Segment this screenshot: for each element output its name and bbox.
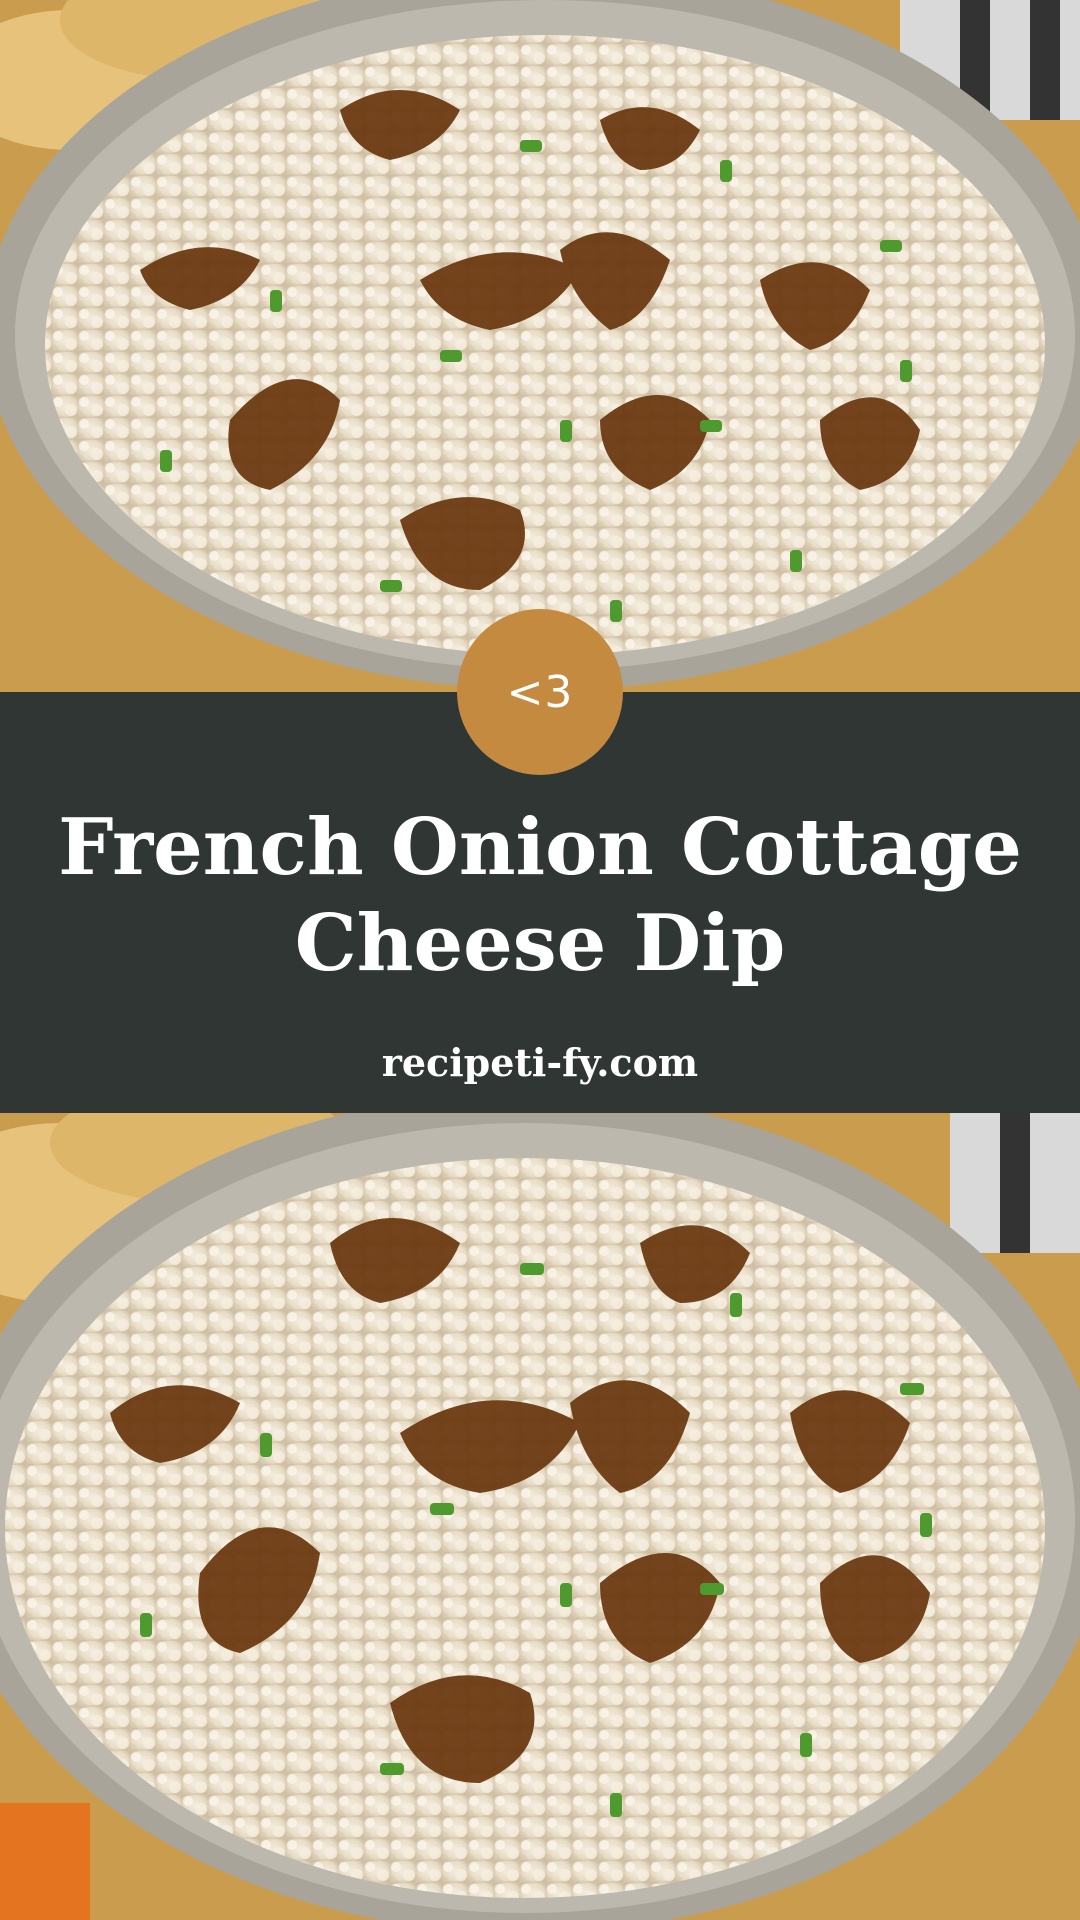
bottom-food-photo (0, 1113, 1080, 1920)
recipe-title: French Onion Cottage Cheese Dip (0, 800, 1080, 992)
heart-emoticon-icon: <3 (506, 666, 574, 718)
heart-badge[interactable]: <3 (457, 609, 623, 775)
recipe-title-line-1: French Onion Cottage (58, 802, 1022, 893)
top-food-photo (0, 0, 1080, 692)
dip-bowl-illustration (0, 0, 1080, 692)
site-url[interactable]: recipeti-fy.com (0, 1040, 1080, 1085)
dip-bowl-illustration-2 (0, 1113, 1080, 1920)
recipe-title-line-2: Cheese Dip (294, 898, 786, 989)
